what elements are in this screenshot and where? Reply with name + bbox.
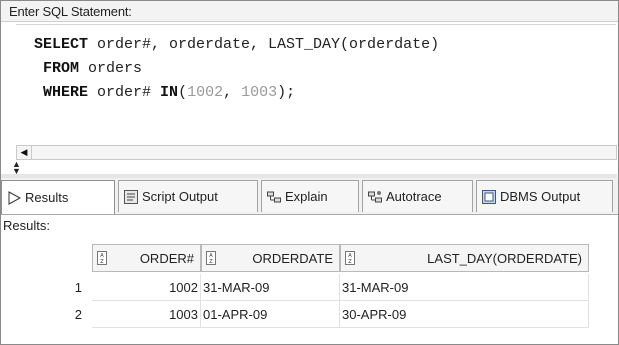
- tab-label: Results: [25, 190, 69, 205]
- sql-line3-text-c: ,: [223, 84, 242, 101]
- tab-label: Explain: [285, 189, 328, 204]
- output-tab-bar: Results Script Output Explain Autotrace …: [1, 178, 618, 215]
- tab-label: Autotrace: [386, 189, 442, 204]
- sql-number-2: 1003: [241, 84, 278, 101]
- sql-line3-text-d: );: [277, 84, 296, 101]
- sql-keyword-from: FROM: [43, 60, 80, 77]
- sort-icon[interactable]: AZ: [97, 251, 107, 265]
- sql-keyword-in: IN: [160, 84, 179, 101]
- row-number[interactable]: 1: [16, 274, 92, 301]
- play-icon: [6, 190, 22, 206]
- splitter-arrows-icon[interactable]: ▲ ▼: [12, 160, 28, 176]
- column-header-orderdate[interactable]: AZ ORDERDATE: [201, 244, 340, 272]
- tab-explain[interactable]: Explain: [261, 180, 359, 212]
- scroll-left-arrow-icon[interactable]: ◀: [17, 146, 32, 159]
- sql-keyword-select: SELECT: [34, 36, 89, 53]
- sql-line1-text: order#, orderdate, LAST_DAY(orderdate): [88, 36, 440, 53]
- sql-line3-text-a: order#: [88, 84, 161, 101]
- tab-dbms-output[interactable]: DBMS Output: [476, 180, 613, 212]
- sql-text[interactable]: SELECT order#, orderdate, LAST_DAY(order…: [34, 33, 439, 105]
- table-cell-order-num[interactable]: 1003: [92, 301, 201, 328]
- column-header-label: ORDERDATE: [252, 250, 333, 266]
- sql-keyword-where: WHERE: [43, 84, 89, 101]
- scrollbar-track[interactable]: [35, 148, 610, 157]
- table-cell-last-day[interactable]: 31-MAR-09: [340, 274, 589, 301]
- table-cell-orderdate[interactable]: 31-MAR-09: [201, 274, 340, 301]
- table-cell-last-day[interactable]: 30-APR-09: [340, 301, 589, 328]
- sql-editor-header: Enter SQL Statement:: [1, 1, 618, 22]
- column-header-last-day[interactable]: AZ LAST_DAY(ORDERDATE): [340, 244, 589, 272]
- column-header-order-num[interactable]: AZ ORDER#: [92, 244, 201, 272]
- sql-line3-text-b: (: [178, 84, 188, 101]
- tab-label: Script Output: [142, 189, 218, 204]
- sort-icon[interactable]: AZ: [345, 251, 355, 265]
- autotrace-icon: [367, 189, 383, 205]
- table-cell-orderdate[interactable]: 01-APR-09: [201, 301, 340, 328]
- tab-label: DBMS Output: [500, 189, 581, 204]
- svg-text:Z: Z: [209, 259, 213, 265]
- editor-horizontal-scrollbar[interactable]: ◀: [16, 145, 617, 160]
- svg-text:Z: Z: [348, 259, 352, 265]
- column-header-label: LAST_DAY(ORDERDATE): [427, 250, 582, 266]
- dbms-output-icon: [481, 189, 497, 205]
- sql-number-1: 1002: [187, 84, 224, 101]
- sort-icon[interactable]: AZ: [206, 251, 216, 265]
- results-grid: AZ ORDER# AZ ORDERDATE AZ LAST_DAY(ORDER…: [16, 244, 618, 344]
- sql-editor[interactable]: SELECT order#, orderdate, LAST_DAY(order…: [16, 24, 616, 140]
- sql-editor-label: Enter SQL Statement:: [9, 4, 132, 19]
- explain-plan-icon: [266, 189, 282, 205]
- column-header-label: ORDER#: [139, 250, 194, 266]
- tab-autotrace[interactable]: Autotrace: [362, 180, 473, 212]
- sql-line2-text: orders: [79, 60, 143, 77]
- results-label: Results:: [3, 218, 50, 233]
- row-number[interactable]: 2: [16, 301, 92, 328]
- tab-results[interactable]: Results: [1, 180, 115, 214]
- table-cell-order-num[interactable]: 1002: [92, 274, 201, 301]
- script-output-icon: [123, 189, 139, 205]
- tab-script-output[interactable]: Script Output: [118, 180, 258, 212]
- svg-text:Z: Z: [100, 259, 104, 265]
